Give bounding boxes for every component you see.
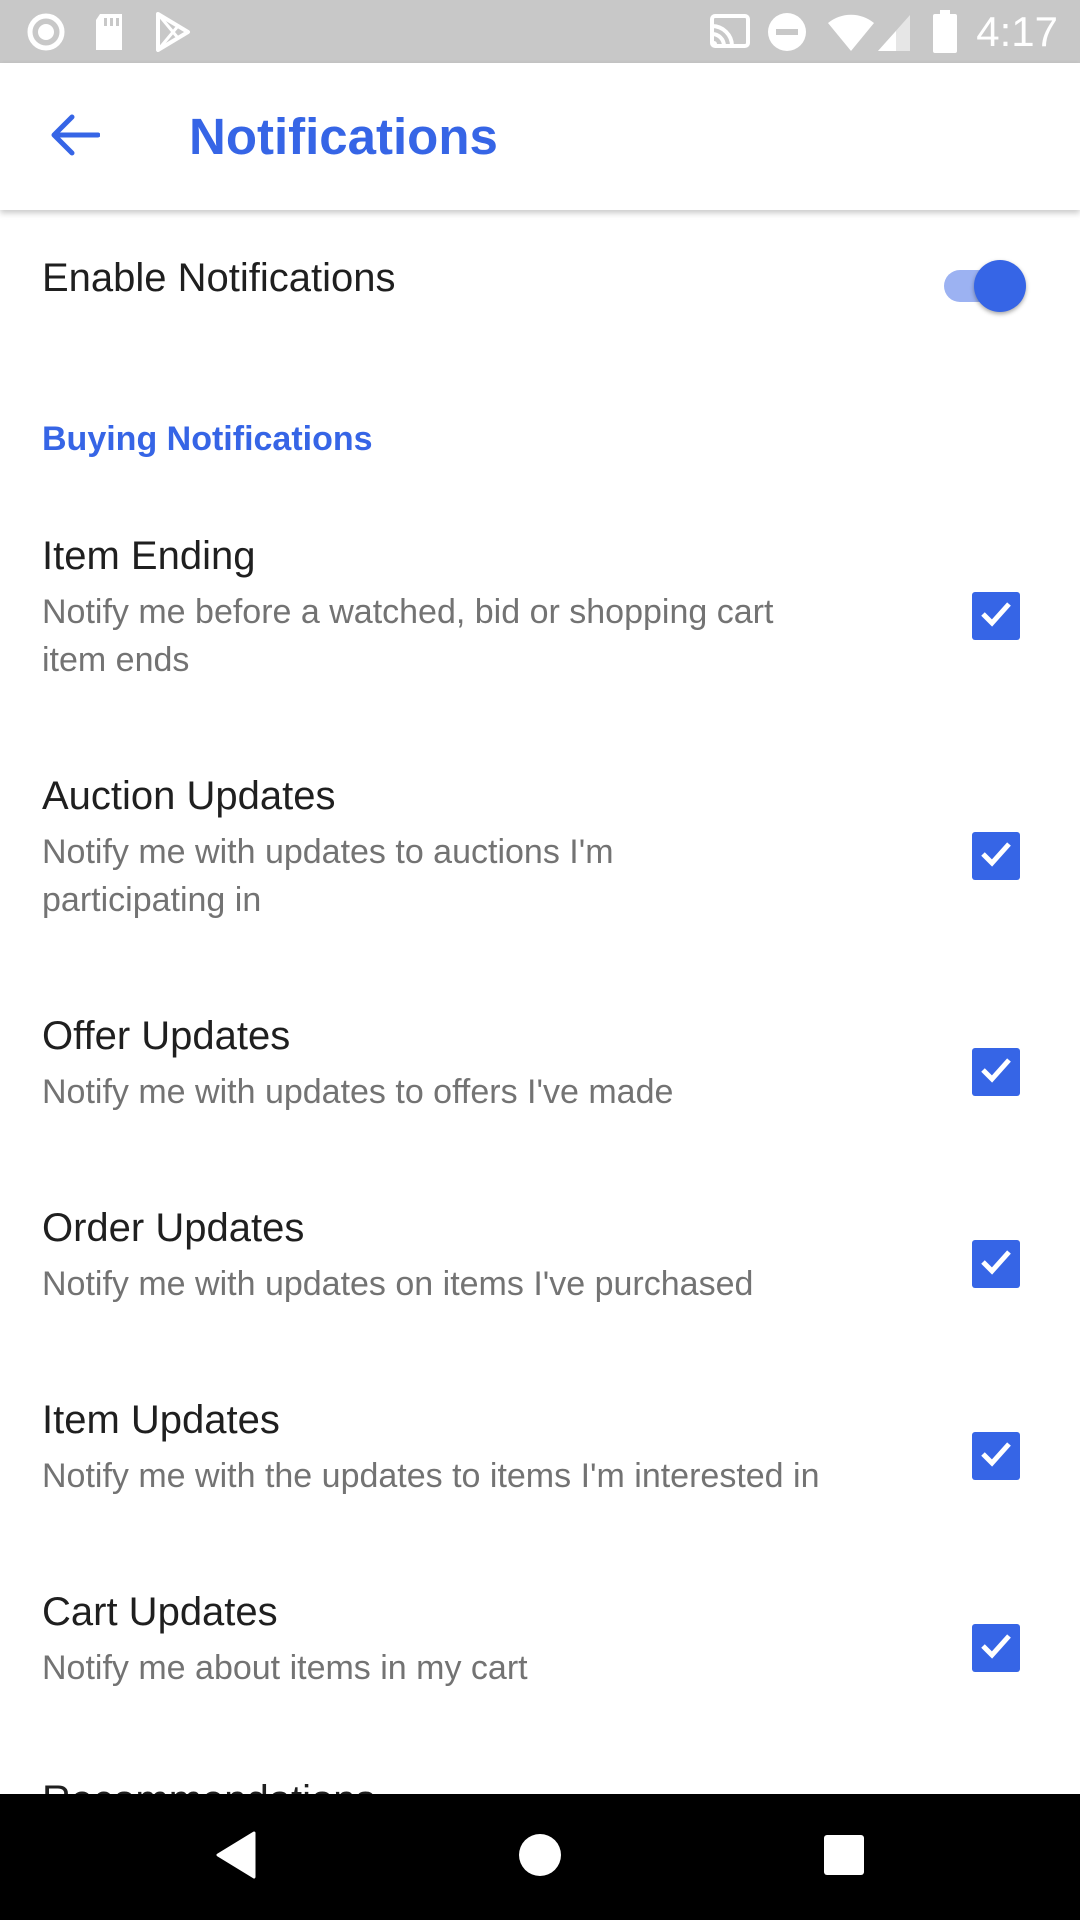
nav-recents-button[interactable] <box>774 1794 914 1920</box>
play-store-icon <box>154 0 192 63</box>
navigation-bar <box>0 1794 1080 1920</box>
setting-title: Offer Updates <box>42 1014 291 1058</box>
setting-description: Notify me with updates on items I've pur… <box>42 1265 754 1303</box>
checkmark-icon <box>979 599 1013 634</box>
settings-list[interactable]: Enable Notifications Buying Notification… <box>0 210 1080 1794</box>
app-bar: Notifications <box>0 63 1080 210</box>
recents-square-icon <box>823 1834 865 1881</box>
nav-home-button[interactable] <box>470 1794 610 1920</box>
signal-icon <box>876 0 912 63</box>
section-header-buying-notifications: Buying Notifications <box>42 420 373 458</box>
auction-updates-checkbox[interactable] <box>972 832 1020 880</box>
setting-description: Notify me with updates to offers I've ma… <box>42 1073 674 1111</box>
setting-item-item-ending[interactable]: Item Ending Notify me before a watched, … <box>0 534 1080 684</box>
cast-icon <box>708 0 752 63</box>
checkmark-icon <box>979 1631 1013 1666</box>
checkmark-icon <box>979 1247 1013 1282</box>
setting-title: Cart Updates <box>42 1590 278 1634</box>
page-title: Notifications <box>189 108 498 165</box>
offer-updates-checkbox[interactable] <box>972 1048 1020 1096</box>
battery-icon <box>932 0 958 63</box>
enable-notifications-row[interactable]: Enable Notifications <box>0 210 1080 350</box>
setting-title: Auction Updates <box>42 774 336 818</box>
toggle-thumb <box>974 260 1026 312</box>
status-bar: 4:17 <box>0 0 1080 63</box>
item-ending-checkbox[interactable] <box>972 592 1020 640</box>
checkmark-icon <box>979 839 1013 874</box>
wifi-icon <box>826 0 876 63</box>
setting-item-auction-updates[interactable]: Auction Updates Notify me with updates t… <box>0 774 1080 924</box>
setting-item-recommendations-partial[interactable]: Recommendations <box>42 1778 376 1794</box>
enable-notifications-label: Enable Notifications <box>42 256 396 300</box>
setting-description: Notify me before a watched, bid or shopp… <box>42 593 774 679</box>
setting-item-item-updates[interactable]: Item Updates Notify me with the updates … <box>0 1398 1080 1508</box>
setting-item-offer-updates[interactable]: Offer Updates Notify me with updates to … <box>0 1014 1080 1124</box>
do-not-disturb-icon <box>766 0 808 63</box>
checkmark-icon <box>979 1055 1013 1090</box>
setting-description: Notify me about items in my cart <box>42 1649 528 1687</box>
status-time: 4:17 <box>976 8 1058 55</box>
circle-app-icon <box>26 0 66 63</box>
setting-title: Item Ending <box>42 534 256 578</box>
home-circle-icon <box>517 1832 563 1883</box>
nav-back-button[interactable] <box>166 1794 306 1920</box>
setting-item-cart-updates[interactable]: Cart Updates Notify me about items in my… <box>0 1590 1080 1700</box>
setting-title: Order Updates <box>42 1206 305 1250</box>
order-updates-checkbox[interactable] <box>972 1240 1020 1288</box>
setting-title: Item Updates <box>42 1398 280 1442</box>
checkmark-icon <box>979 1439 1013 1474</box>
enable-notifications-toggle[interactable] <box>944 254 1030 312</box>
back-button[interactable] <box>28 99 120 175</box>
back-triangle-icon <box>214 1831 258 1884</box>
back-arrow-icon <box>48 113 101 162</box>
cart-updates-checkbox[interactable] <box>972 1624 1020 1672</box>
sd-card-icon <box>92 0 126 63</box>
setting-description: Notify me with updates to auctions I'm p… <box>42 833 614 919</box>
setting-item-order-updates[interactable]: Order Updates Notify me with updates on … <box>0 1206 1080 1316</box>
setting-description: Notify me with the updates to items I'm … <box>42 1457 820 1495</box>
item-updates-checkbox[interactable] <box>972 1432 1020 1480</box>
